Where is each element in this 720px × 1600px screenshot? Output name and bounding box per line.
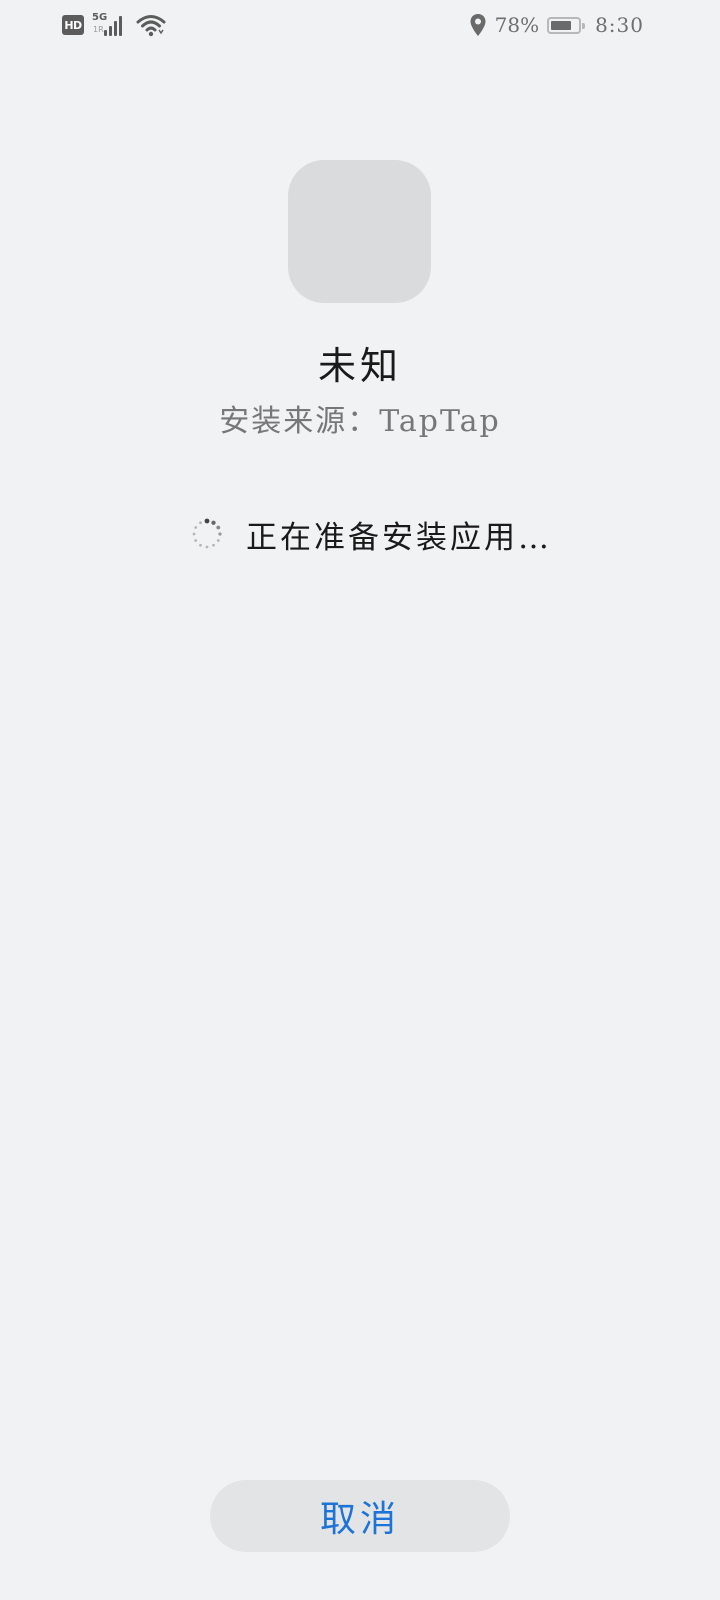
spinner-dot xyxy=(199,543,202,547)
spinner-dot xyxy=(218,532,222,536)
battery-tip xyxy=(582,22,586,29)
spinner-dot xyxy=(211,520,216,525)
spinner-dot xyxy=(194,526,198,529)
app-name: 未知 xyxy=(317,344,402,388)
progress-row: 正在准备安装应用… xyxy=(190,512,552,556)
spinner-dot xyxy=(194,539,198,542)
spinner-dot xyxy=(205,545,209,549)
status-bar: HD 5G 1R 78% 8:30 xyxy=(0,0,720,50)
install-source-label: 安装来源：TapTap xyxy=(219,404,501,439)
spinner-dot xyxy=(212,543,215,547)
status-right-group: 78% 8:30 xyxy=(469,10,644,40)
cancel-button[interactable]: 取消 xyxy=(210,1480,510,1552)
spinner-dot xyxy=(216,525,221,530)
battery-percent: 78% xyxy=(494,13,540,37)
battery-fill xyxy=(551,20,572,30)
signal-bars-icon xyxy=(104,16,122,36)
location-pin-icon xyxy=(470,14,486,36)
spinner-dot xyxy=(199,521,202,525)
progress-status-text: 正在准备安装应用… xyxy=(246,519,552,556)
spinner-dot xyxy=(216,539,220,542)
battery-icon xyxy=(547,16,586,34)
spinner-dot xyxy=(204,518,210,524)
app-icon-placeholder xyxy=(288,160,431,303)
spinner-dot xyxy=(192,532,196,536)
wifi-icon xyxy=(136,15,166,37)
loading-spinner-icon xyxy=(192,518,222,549)
cellular-signal-icon: 5G 1R xyxy=(92,12,128,37)
status-left-group: HD 5G 1R xyxy=(62,12,166,38)
network-sub-label: 1R xyxy=(93,25,104,34)
clock: 8:30 xyxy=(595,13,644,37)
hd-voice-icon: HD xyxy=(62,15,84,35)
